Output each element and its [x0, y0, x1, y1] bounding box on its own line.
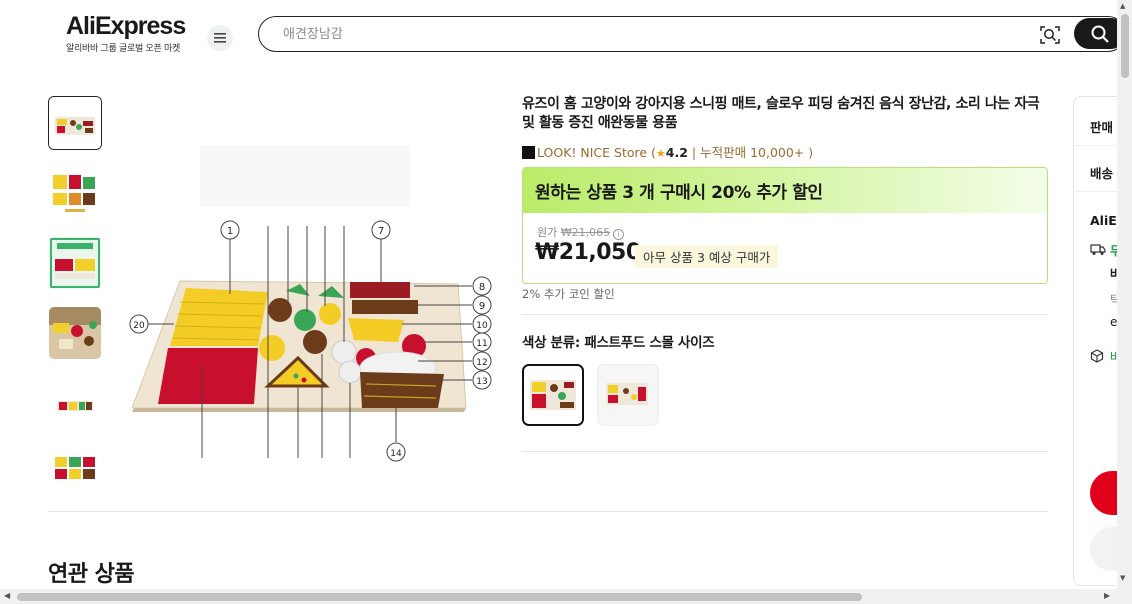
menu-icon [214, 33, 226, 43]
logo-wordmark: AliExpress [66, 12, 186, 40]
sales-count: | 누적판매 10,000+ ) [687, 145, 814, 160]
store-line: LOOK! NICE Store (★4.2 | 누적판매 10,000+ ) [522, 142, 813, 161]
promo-headline: 원하는 상품 3 개 구매시 20% 추가 할인 [523, 168, 1047, 213]
shipping-label: 배송 [1090, 166, 1114, 181]
info-icon[interactable]: i [613, 229, 625, 240]
vertical-scroll-thumb[interactable] [1121, 14, 1129, 78]
callout-8: 8 [479, 282, 485, 293]
callout-9: 9 [479, 301, 485, 312]
scroll-left-icon[interactable]: ◀ [4, 591, 10, 600]
callout-12: 12 [476, 358, 487, 368]
vertical-scrollbar[interactable]: ▲ ▼ [1117, 0, 1132, 604]
price-note: 아무 상품 3 예상 구매가 [635, 245, 779, 268]
product-title: 유즈이 홈 고양이와 강아지용 스니핑 매트, 슬로우 피딩 숨겨진 음식 장난… [522, 96, 1040, 131]
search-input[interactable] [283, 25, 983, 43]
logo-subtitle: 알리바바 그룹 글로벌 오픈 마켓 [66, 44, 180, 54]
callout-20: 20 [133, 321, 145, 331]
thumbnail-3[interactable] [48, 236, 102, 290]
divider [522, 314, 1048, 315]
package-icon [1090, 349, 1104, 363]
coin-discount-note: 2% 추가 코인 할인 [522, 287, 615, 301]
thumbnail-6[interactable] [48, 446, 102, 500]
search-bar [258, 16, 1126, 52]
callout-13: 13 [476, 377, 487, 387]
menu-button[interactable] [207, 25, 233, 51]
current-price: ₩21,050 [535, 240, 641, 265]
product-page: AliExpress 알리바바 그룹 글로벌 오픈 마켓 애견장남감 1 7 8… [0, 0, 1132, 604]
aliexpress-logo[interactable]: AliExpress 알리바바 그룹 글로벌 오픈 마켓 [66, 12, 196, 54]
thumbnail-1[interactable] [48, 96, 102, 150]
scroll-right-icon[interactable]: ▶ [1104, 591, 1110, 600]
thumbnail-2[interactable] [48, 166, 102, 220]
store-logo-icon [522, 146, 535, 159]
callout-7: 7 [378, 226, 384, 237]
aliexpress-label: AliE [1090, 213, 1117, 228]
variant-label: 색상 분류: 패스트푸드 스몰 사이즈 [522, 335, 715, 351]
scroll-up-icon[interactable]: ▲ [1120, 2, 1125, 10]
thumbnail-gallery [48, 96, 102, 516]
section-divider [48, 511, 1048, 512]
variant-option-1[interactable] [522, 364, 584, 426]
horizontal-scrollbar[interactable]: ◀ ▶ [0, 589, 1117, 604]
variant-option-2[interactable] [597, 364, 659, 426]
store-rating: 4.2 [665, 145, 688, 160]
horizontal-scroll-thumb[interactable] [17, 593, 862, 601]
thumbnail-4[interactable] [48, 306, 102, 360]
seller-label: 판매 [1090, 120, 1114, 135]
original-price-line: 원가 ₩21,065 i [537, 224, 625, 240]
callout-10: 10 [476, 321, 488, 331]
thumbnail-5[interactable] [48, 376, 102, 430]
related-products-title: 연관 상품 [48, 562, 135, 587]
camera-search-icon[interactable] [1039, 24, 1061, 46]
store-link[interactable]: LOOK! NICE Store ( [537, 145, 656, 160]
original-price: ₩21,065 [560, 226, 611, 239]
truck-icon [1090, 244, 1106, 255]
callout-1: 1 [227, 226, 233, 237]
promo-box: 원하는 상품 3 개 구매시 20% 추가 할인 원가 ₩21,065 i ₩21… [522, 167, 1048, 284]
star-icon: ★ [655, 147, 666, 160]
main-product-image[interactable]: 1 7 8 9 20 10 11 12 13 14 [118, 96, 498, 476]
original-price-label: 원가 [537, 226, 558, 239]
search-icon [1091, 25, 1109, 43]
callout-14: 14 [390, 449, 402, 459]
divider [522, 451, 1048, 452]
scroll-down-icon[interactable]: ▼ [1120, 574, 1125, 582]
callout-11: 11 [476, 339, 487, 349]
